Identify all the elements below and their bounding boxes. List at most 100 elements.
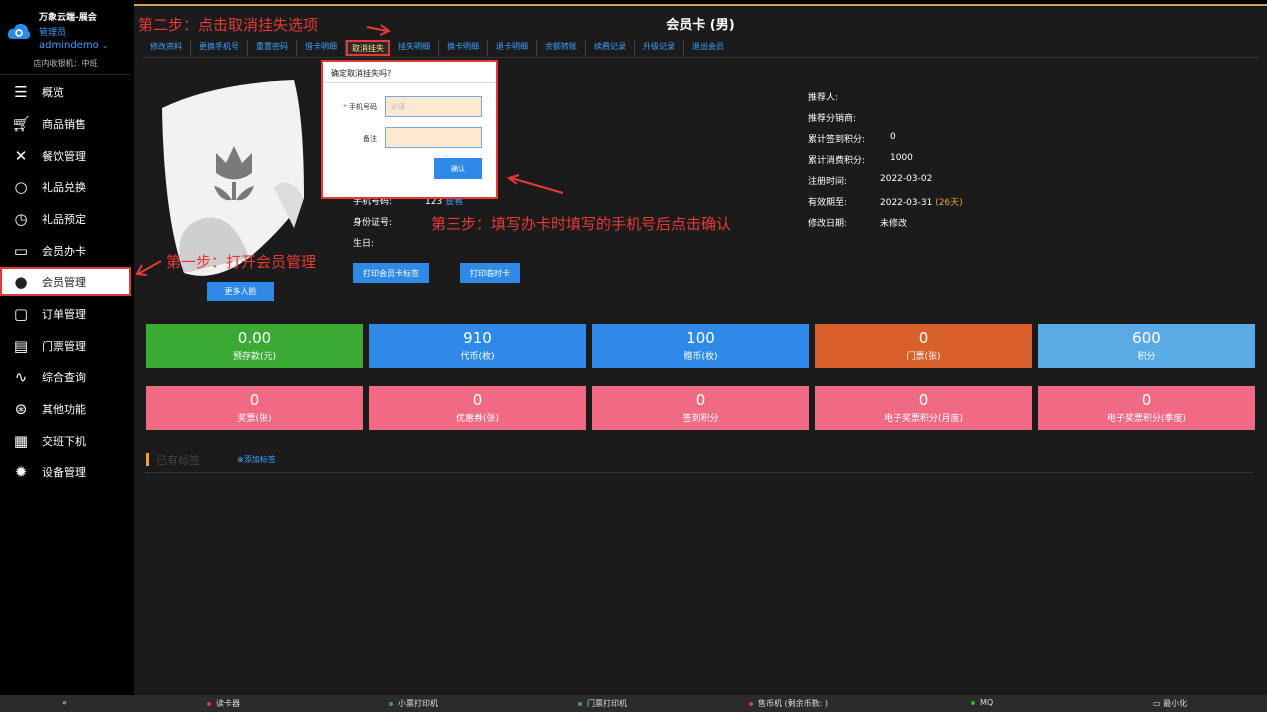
phone-label-text: 手机号码	[349, 103, 377, 111]
tab-card-return-details[interactable]: 退卡明细	[488, 40, 537, 56]
tab-cancel-loss-report[interactable]: 取消挂失	[346, 40, 390, 56]
sidebar-item-tickets[interactable]: ▤ 门票管理	[0, 330, 131, 361]
dialog-title: 确定取消挂失吗?	[331, 69, 392, 78]
tags-section: 已有标签 ⊕添加标签	[145, 451, 1253, 473]
utensils-icon: ✕	[14, 146, 28, 165]
stat-value: 0	[918, 391, 929, 409]
sidebar-item-sales[interactable]: 🛒︎ 商品销售	[0, 108, 131, 139]
stat-value: 0	[695, 391, 706, 409]
sidebar-item-member-card[interactable]: ▭ 会员办卡	[0, 235, 131, 266]
stat-tickets: 0 门票(张)	[815, 324, 1032, 368]
info-label: 有效期至:	[808, 198, 848, 208]
menu-icon: ☰	[14, 82, 28, 101]
stat-coupons: 0 优惠券(张)	[369, 386, 586, 430]
status-label: 门票打印机	[587, 699, 627, 708]
dialog-divider	[323, 82, 496, 83]
minimize-label: 最小化	[1163, 699, 1188, 708]
id-row: 身份证号:	[353, 215, 392, 228]
sidebar-item-member-management[interactable]: ● 会员管理	[0, 267, 131, 296]
phone-field-label: * 手机号码	[323, 102, 377, 112]
username: admindemo	[39, 40, 99, 51]
tab-renewal-records[interactable]: 续费记录	[586, 40, 635, 56]
stat-caption: 门票(张)	[906, 352, 941, 362]
dialog-note-input[interactable]	[385, 127, 482, 148]
status-label: 小票打印机	[398, 699, 438, 708]
card-icon: ▭	[13, 241, 29, 260]
add-tag-link[interactable]: ⊕添加标签	[237, 454, 276, 465]
birthday-label: 生日:	[353, 239, 375, 249]
dialog-phone-input[interactable]	[385, 96, 482, 117]
tab-edit-profile[interactable]: 修改资料	[142, 40, 191, 56]
tab-reset-password[interactable]: 重置密码	[248, 40, 297, 56]
arrow-step2	[366, 24, 391, 36]
stat-tokens: 910 代币(枚)	[369, 324, 586, 368]
tab-card-change-details[interactable]: 换卡明细	[439, 40, 488, 56]
sidebar-item-gift-booking[interactable]: ◷ 礼品预定	[0, 203, 131, 234]
status-bar: « 读卡器 小票打印机 门票打印机 售币机 (剩余币数: ) MQ ▭ 最小化	[0, 695, 1267, 712]
stat-checkin-points: 0 签到积分	[592, 386, 809, 430]
info-register-date: 注册时间: 2022-03-02	[808, 174, 932, 187]
more-faces-button[interactable]: 更多人脸	[207, 282, 274, 301]
info-valid-until: 有效期至: 2022-03-31 (26天)	[808, 195, 963, 208]
sidebar-item-orders[interactable]: ▢ 订单管理	[0, 298, 131, 329]
note-field-label: 备注	[363, 135, 377, 143]
print-member-label-button[interactable]: 打印会员卡标签	[353, 263, 429, 283]
stat-value: 100	[686, 329, 715, 347]
tab-quit-member[interactable]: 退出会员	[684, 40, 732, 56]
sidebar-item-dining[interactable]: ✕ 餐饮管理	[0, 140, 131, 171]
minimize-button[interactable]: ▭ 最小化	[1153, 698, 1187, 709]
info-value: 2022-03-02	[880, 174, 933, 184]
stat-caption: 预存款(元)	[232, 352, 277, 362]
status-dot	[389, 701, 393, 706]
calculator-icon: ▦	[13, 431, 29, 450]
status-dot	[578, 701, 582, 706]
annotation-step1: 第一步：打开会员管理	[166, 253, 317, 271]
id-label: 身份证号:	[353, 218, 393, 228]
tab-borrow-details[interactable]: 借卡明细	[297, 40, 346, 56]
sidebar-item-label: 门票管理	[42, 339, 86, 353]
info-label: 累计消费积分:	[808, 156, 866, 166]
tab-change-phone[interactable]: 更换手机号	[191, 40, 248, 56]
tab-upgrade-records[interactable]: 升级记录	[635, 40, 684, 56]
sidebar-item-label: 交班下机	[42, 434, 86, 448]
cart-icon: 🛒︎	[11, 114, 31, 133]
status-dot	[207, 701, 211, 706]
stat-value: 0	[472, 391, 483, 409]
tab-balance-transfer[interactable]: 余额转账	[537, 40, 586, 56]
status-receipt-printer: 小票打印机	[389, 698, 438, 709]
sidebar-item-label: 综合查询	[42, 370, 86, 384]
info-label: 推荐分销商:	[808, 114, 857, 124]
printer-icon: ▤	[13, 336, 29, 355]
stat-caption: 电子奖票积分(月度)	[883, 414, 964, 424]
sidebar-item-gift-exchange[interactable]: ○ 礼品兑换	[0, 171, 131, 202]
collapse-sidebar-button[interactable]: «	[62, 698, 67, 707]
stat-value: 0	[249, 391, 260, 409]
stat-reward-tickets: 0 奖票(张)	[146, 386, 363, 430]
info-referrer: 推荐人:	[808, 90, 838, 103]
annotation-step3: 第三步：填写办卡时填写的手机号后点击确认	[431, 215, 732, 233]
sidebar-item-devices[interactable]: ✹ 设备管理	[0, 456, 131, 487]
user-menu[interactable]: admindemo ⌄	[39, 40, 108, 51]
info-value: 2022-03-31	[880, 198, 933, 208]
info-distributor: 推荐分销商:	[808, 111, 856, 124]
stat-caption: 电子奖票积分(季度)	[1106, 414, 1187, 424]
status-coin-machine: 售币机 (剩余币数: )	[749, 698, 828, 709]
info-label: 修改日期:	[808, 219, 848, 229]
stat-e-ticket-quarterly: 0 电子奖票积分(季度)	[1038, 386, 1255, 430]
stat-value: 0	[1141, 391, 1152, 409]
arrow-step3	[506, 174, 564, 194]
sidebar-item-label: 其他功能	[42, 402, 86, 416]
stat-caption: 奖票(张)	[237, 414, 272, 424]
print-temp-card-button[interactable]: 打印临时卡	[460, 263, 520, 283]
status-label: 售币机 (剩余币数: )	[758, 699, 829, 708]
sidebar-item-shift[interactable]: ▦ 交班下机	[0, 425, 131, 456]
info-label: 推荐人:	[808, 93, 839, 103]
status-mq: MQ	[971, 698, 993, 707]
sidebar-item-query[interactable]: ∿ 综合查询	[0, 361, 131, 392]
sidebar-item-overview[interactable]: ☰ 概览	[0, 76, 131, 107]
annotation-step2: 第二步：点击取消挂失选项	[138, 16, 319, 34]
sidebar-item-other[interactable]: ⊛ 其他功能	[0, 393, 131, 424]
sidebar-item-label: 商品销售	[42, 117, 86, 131]
tab-loss-details[interactable]: 挂失明细	[390, 40, 439, 56]
confirm-button[interactable]: 确认	[434, 158, 482, 179]
